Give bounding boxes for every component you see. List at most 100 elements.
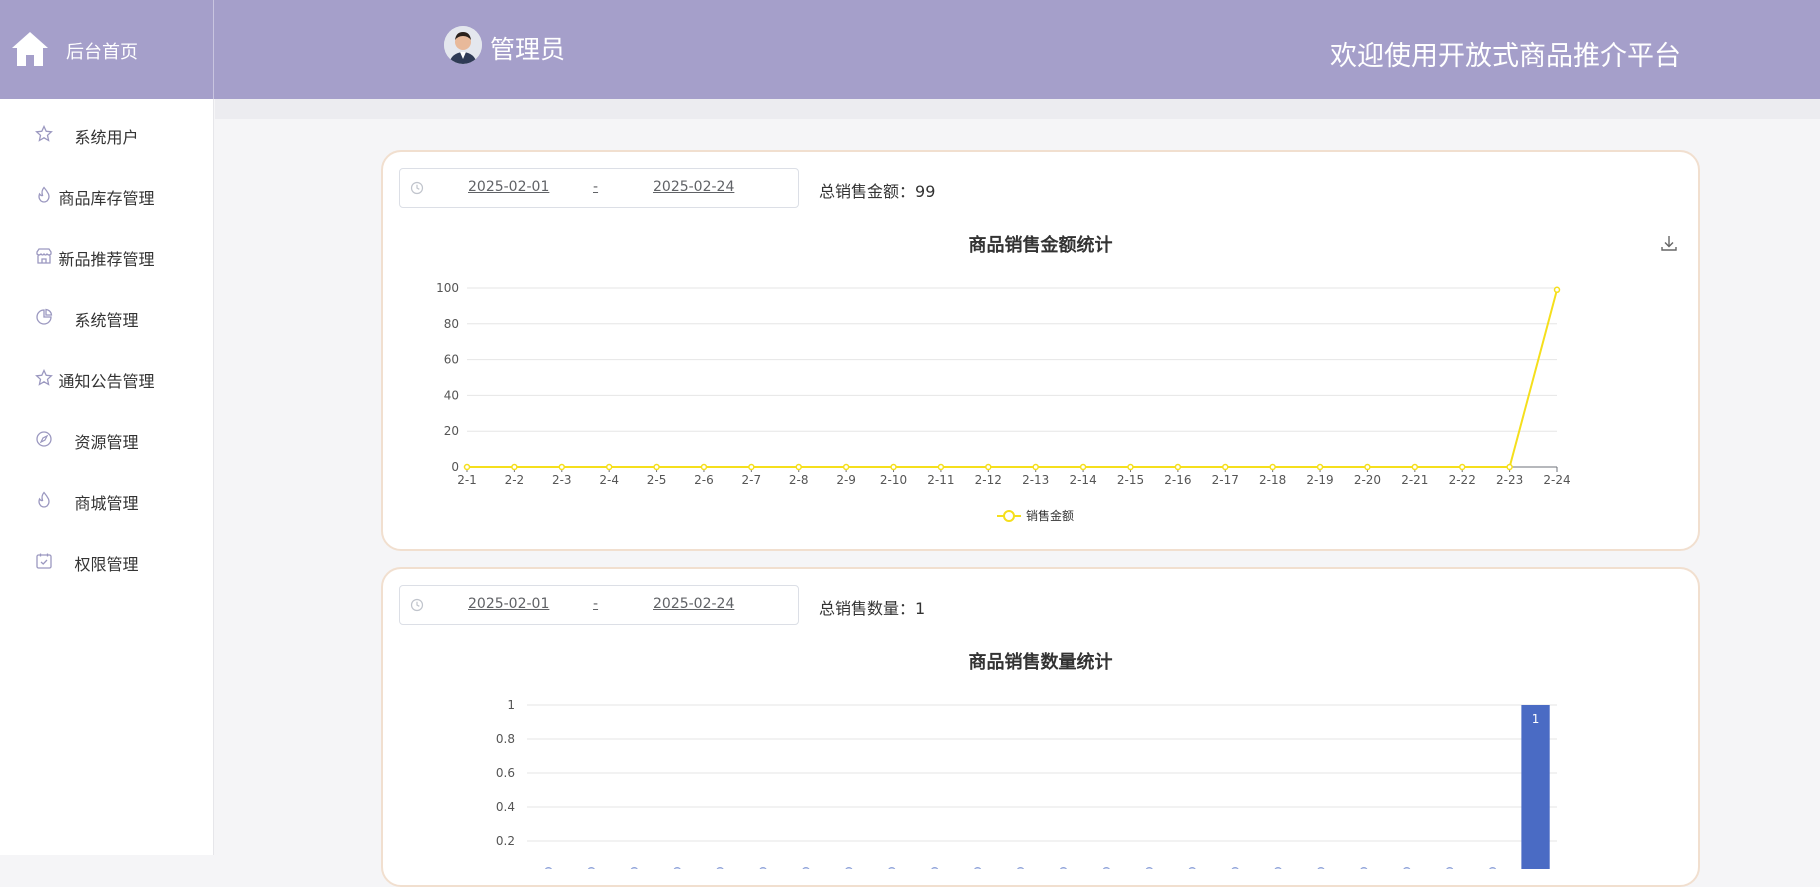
x-tick-label: 2-6: [694, 473, 714, 487]
x-tick-label: 2-21: [1401, 473, 1428, 487]
data-point: [558, 463, 566, 471]
y-tick-label: 40: [444, 388, 459, 402]
y-tick-label: 0.8: [496, 732, 515, 746]
bar-zero-marker: [974, 867, 982, 869]
bar-zero-marker: [1446, 867, 1454, 869]
bar-zero-marker: [1188, 867, 1196, 869]
user-name[interactable]: 管理员: [490, 30, 565, 66]
x-tick-label: 2-3: [552, 473, 572, 487]
sidebar-item-resources[interactable]: 资源管理: [0, 408, 213, 469]
data-point: [511, 463, 518, 471]
bar-zero-marker: [845, 867, 853, 869]
home-link[interactable]: 后台首页: [0, 0, 214, 99]
bar-zero-marker: [1231, 867, 1239, 869]
sidebar-item-notices[interactable]: 通知公告管理: [0, 347, 213, 408]
y-tick-label: 1: [507, 698, 515, 712]
x-tick-label: 2-1: [457, 473, 477, 487]
bar-zero-marker: [673, 867, 681, 869]
series-line: [467, 289, 1558, 468]
data-point: [842, 463, 850, 471]
x-tick-label: 2-5: [647, 473, 667, 487]
x-tick-label: 2-24: [1543, 473, 1570, 487]
sales-quantity-card: 2025-02-01 - 2025-02-24 总销售数量：1 商品销售数量统计…: [381, 567, 1700, 887]
bar-zero-marker: [1317, 867, 1325, 869]
data-point: [1411, 463, 1419, 471]
bar-zero-marker: [1274, 867, 1282, 869]
data-point: [1127, 463, 1134, 471]
data-point: [1458, 463, 1466, 471]
x-tick-label: 2-22: [1449, 473, 1476, 487]
avatar[interactable]: [444, 26, 482, 64]
bar: [1521, 705, 1550, 869]
x-tick-label: 2-13: [1022, 473, 1049, 487]
data-point: [700, 463, 708, 471]
y-tick-label: 60: [444, 353, 459, 367]
sidebar-item-label: 通知公告管理: [58, 372, 155, 391]
data-point: [653, 463, 660, 471]
bar-zero-marker: [759, 867, 767, 869]
sales-quantity-bar-chart: 0.2 0.4 0.6 0.8 1 1: [496, 698, 1557, 869]
sidebar-item-system-users[interactable]: 系统用户: [0, 103, 213, 164]
bar-zero-marker: [587, 867, 595, 869]
bar-zero-marker: [1059, 867, 1067, 869]
x-tick-label: 2-10: [880, 473, 907, 487]
bar-zero-marker: [888, 867, 896, 869]
x-tick-label: 2-17: [1212, 473, 1239, 487]
y-tick-label: 0.4: [496, 800, 515, 814]
bar-zero-marker: [544, 867, 552, 869]
x-tick-label: 2-8: [789, 473, 809, 487]
data-point: [1553, 286, 1561, 294]
y-tick-label: 0: [451, 460, 459, 474]
data-point: [463, 463, 471, 471]
sidebar-item-label: 商城管理: [74, 494, 139, 513]
sidebar-item-label: 权限管理: [74, 555, 139, 574]
data-point: [605, 463, 613, 471]
x-tick-label: 2-11: [927, 473, 954, 487]
data-point: [890, 463, 897, 471]
bar-zero-marker: [1360, 867, 1368, 869]
data-point: [748, 463, 755, 471]
home-icon: [12, 32, 48, 66]
home-label: 后台首页: [66, 42, 138, 63]
sidebar-item-new-products[interactable]: 新品推荐管理: [0, 225, 213, 286]
sidebar-item-permissions[interactable]: 权限管理: [0, 530, 213, 591]
data-point: [795, 463, 802, 471]
sidebar-item-label: 资源管理: [74, 433, 139, 452]
data-point: [1316, 463, 1324, 471]
data-point: [1269, 463, 1276, 471]
bar-value-label: 1: [1532, 712, 1540, 726]
sidebar-item-label: 系统用户: [74, 128, 139, 147]
welcome-text: 欢迎使用开放式商品推介平台: [1330, 41, 1681, 72]
bar-zero-marker: [1102, 867, 1110, 869]
sidebar: 系统用户 商品库存管理 新品推荐管理 系统管理 通知公告管理 资源管理 商城管理…: [0, 99, 214, 855]
x-tick-label: 2-9: [836, 473, 856, 487]
bar-zero-marker: [1403, 867, 1411, 869]
y-tick-label: 100: [436, 281, 459, 295]
data-point: [937, 463, 945, 471]
bar-zero-marker: [1489, 867, 1497, 869]
sidebar-item-system-management[interactable]: 系统管理: [0, 286, 213, 347]
sidebar-item-label: 新品推荐管理: [58, 250, 155, 269]
x-tick-label: 2-12: [975, 473, 1002, 487]
x-tick-label: 2-4: [599, 473, 619, 487]
bar-zero-marker: [716, 867, 724, 869]
x-tick-label: 2-23: [1496, 473, 1523, 487]
sidebar-item-inventory[interactable]: 商品库存管理: [0, 164, 213, 225]
top-header: 后台首页 管理员 欢迎使用开放式商品推介平台: [0, 0, 1820, 99]
data-point: [1079, 463, 1087, 471]
sales-amount-line-chart: 0 20 40 60 80 100 2-1 2-2 2-3 2-4 2-5 2-6 2-7 2-8 2-9 2…: [436, 281, 1571, 523]
x-tick-label: 2-16: [1164, 473, 1191, 487]
x-tick-label: 2-14: [1069, 473, 1096, 487]
x-tick-label: 2-7: [742, 473, 762, 487]
data-point: [1364, 463, 1371, 471]
sidebar-item-mall[interactable]: 商城管理: [0, 469, 213, 530]
legend-label: 销售金额: [1026, 508, 1074, 523]
sidebar-item-label: 系统管理: [74, 311, 139, 330]
bar-zero-marker: [1017, 867, 1025, 869]
legend-marker: [1003, 510, 1015, 522]
data-point: [985, 463, 992, 471]
data-point: [1222, 463, 1229, 471]
x-tick-label: 2-19: [1306, 473, 1333, 487]
x-tick-label: 2-20: [1354, 473, 1381, 487]
content-top-strip: [215, 99, 1820, 119]
